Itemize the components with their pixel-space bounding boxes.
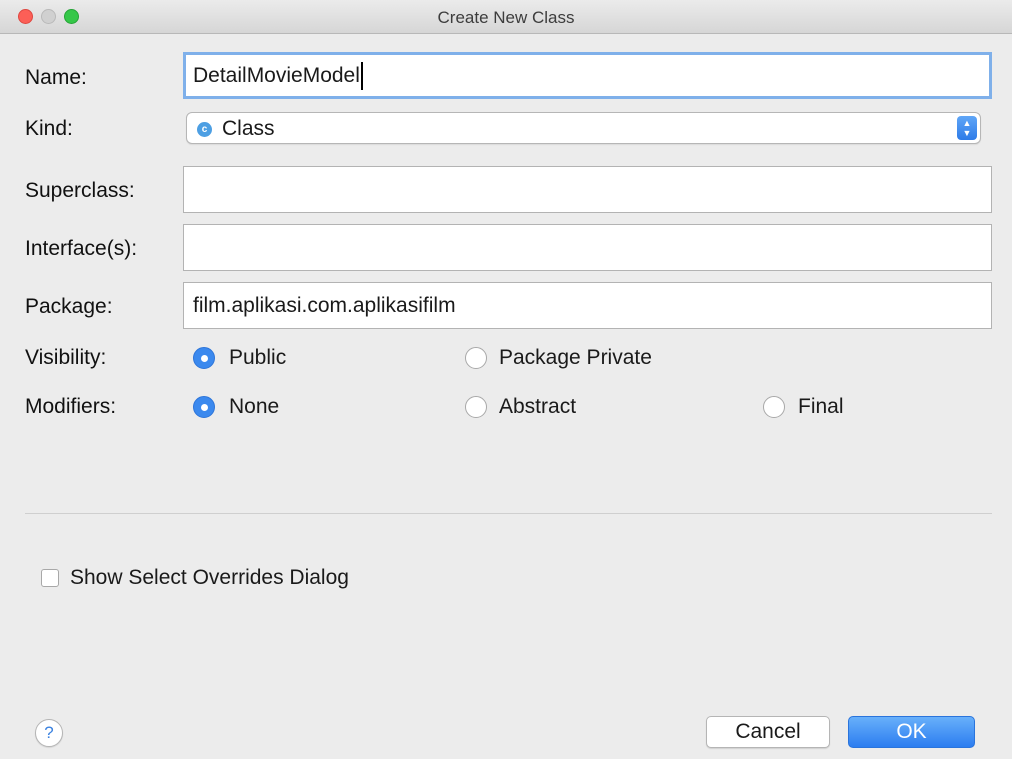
interfaces-field[interactable] [183, 224, 992, 271]
divider [25, 513, 992, 514]
visibility-public-label[interactable]: Public [229, 345, 286, 371]
visibility-package-private-label[interactable]: Package Private [499, 345, 652, 371]
modifiers-label: Modifiers: [25, 395, 117, 418]
package-field[interactable]: film.aplikasi.com.aplikasifilm [183, 282, 992, 329]
modifier-none-radio[interactable] [193, 396, 215, 418]
title-bar: Create New Class [0, 0, 1012, 34]
name-field-value: DetailMovieModel [193, 64, 360, 87]
modifier-abstract-radio[interactable] [465, 396, 487, 418]
visibility-public-radio[interactable] [193, 347, 215, 369]
visibility-package-private-radio[interactable] [465, 347, 487, 369]
name-label: Name: [25, 66, 87, 89]
kind-label: Kind: [25, 117, 73, 140]
visibility-label: Visibility: [25, 346, 107, 369]
show-overrides-checkbox[interactable] [41, 569, 59, 587]
window-title: Create New Class [437, 8, 575, 27]
text-caret [360, 62, 363, 91]
kind-select[interactable]: c Class ▲ ▼ [186, 112, 981, 144]
modifier-abstract-label[interactable]: Abstract [499, 394, 576, 420]
class-c-icon: c [197, 122, 212, 137]
cancel-button[interactable]: Cancel [706, 716, 830, 748]
modifier-final-radio[interactable] [763, 396, 785, 418]
ok-button[interactable]: OK [848, 716, 975, 748]
modifier-none-label[interactable]: None [229, 394, 279, 420]
package-label: Package: [25, 295, 113, 318]
kind-select-value: Class [222, 117, 275, 140]
chevron-up-down-icon: ▲ ▼ [957, 116, 977, 140]
interfaces-label: Interface(s): [25, 237, 138, 260]
name-field[interactable]: DetailMovieModel [183, 52, 992, 99]
modifier-final-label[interactable]: Final [798, 394, 844, 420]
show-overrides-label[interactable]: Show Select Overrides Dialog [70, 565, 349, 591]
help-button[interactable]: ? [35, 719, 63, 747]
superclass-label: Superclass: [25, 179, 135, 202]
superclass-field[interactable] [183, 166, 992, 213]
